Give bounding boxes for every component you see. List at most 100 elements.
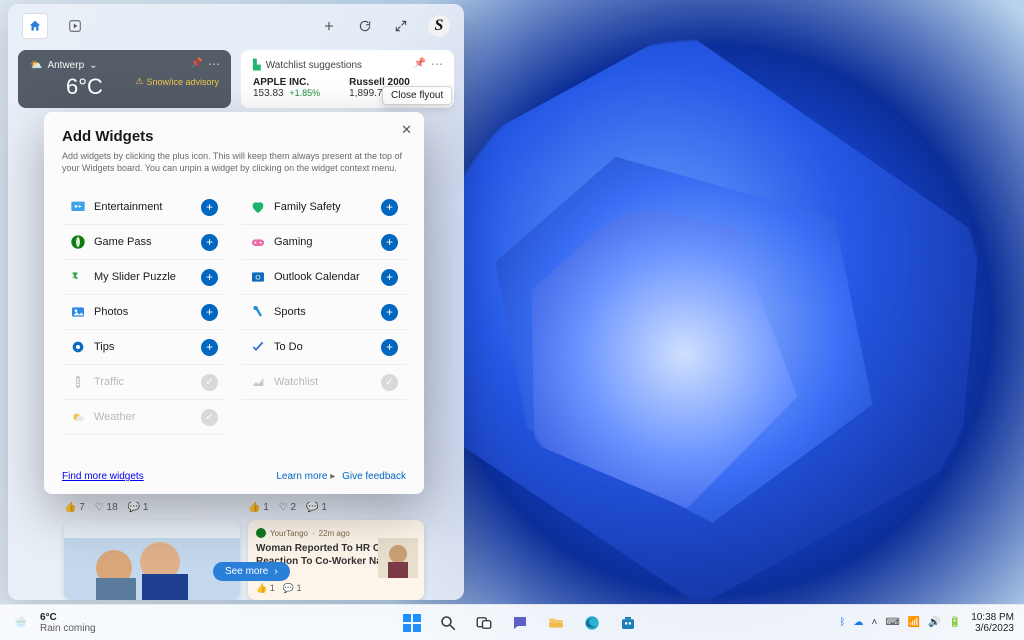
bluetooth-icon[interactable]: ᛒ bbox=[840, 617, 846, 628]
pin-icon[interactable]: 📌 bbox=[191, 58, 203, 69]
learn-more-link[interactable]: Learn more bbox=[276, 471, 327, 482]
widget-option-label: Entertainment bbox=[94, 201, 162, 213]
taskbar-temp: 6°C bbox=[40, 612, 96, 623]
close-button[interactable]: ✕ bbox=[401, 122, 412, 138]
add-widget-button[interactable] bbox=[320, 17, 338, 35]
widget-option-photos[interactable]: Photos + bbox=[62, 295, 226, 330]
cloud-icon: ⛅ bbox=[30, 60, 42, 71]
taskbar: 🌧️ 6°C Rain coming ᛒ ☁ bbox=[0, 604, 1024, 640]
wifi-icon[interactable]: 📶 bbox=[908, 617, 920, 628]
chat-button[interactable] bbox=[505, 608, 535, 638]
start-button[interactable] bbox=[397, 608, 427, 638]
play-icon[interactable] bbox=[66, 17, 84, 35]
volume-icon[interactable]: 🔊 bbox=[928, 617, 940, 628]
widget-option-sports[interactable]: Sports + bbox=[242, 295, 406, 330]
user-avatar[interactable]: S bbox=[428, 15, 450, 37]
dialog-title: Add Widgets bbox=[62, 128, 406, 145]
widget-option-watchlist: Watchlist ✓ bbox=[242, 365, 406, 400]
give-feedback-link[interactable]: Give feedback bbox=[342, 471, 406, 482]
widget-option-todo[interactable]: To Do+ bbox=[242, 330, 406, 365]
widget-option-traffic: Traffic✓ bbox=[62, 365, 226, 400]
weather-widget[interactable]: ⛅ Antwerp ⌄ 📌 ⋯ 6°C ⚠Snow/ice advisory bbox=[18, 50, 231, 108]
widget-option-label: Outlook Calendar bbox=[274, 271, 360, 283]
widget-option-entertainment[interactable]: Entertainment + bbox=[62, 190, 226, 225]
taskbar-weather-text: Rain coming bbox=[40, 623, 96, 634]
taskbar-weather[interactable]: 🌧️ 6°C Rain coming bbox=[0, 612, 200, 634]
add-button[interactable]: + bbox=[201, 304, 218, 321]
outlook-icon: O bbox=[250, 269, 266, 285]
add-button[interactable]: + bbox=[201, 269, 218, 286]
widget-option-label: Game Pass bbox=[94, 236, 151, 248]
dialog-subtitle: Add widgets by clicking the plus icon. T… bbox=[62, 150, 402, 174]
widgets-toolbar: S bbox=[18, 12, 454, 40]
news-source: YourTango · 22m ago bbox=[256, 528, 416, 538]
add-button[interactable]: + bbox=[381, 304, 398, 321]
rain-icon: 🌧️ bbox=[10, 612, 32, 634]
photos-icon bbox=[70, 304, 86, 320]
news-tile[interactable]: YourTango · 22m ago Woman Reported To HR… bbox=[248, 520, 424, 600]
family-icon bbox=[250, 199, 266, 215]
news-thumbnail bbox=[378, 538, 418, 578]
home-button[interactable] bbox=[22, 13, 48, 39]
widget-option-label: Watchlist bbox=[274, 376, 318, 388]
widget-option-family[interactable]: Family Safety+ bbox=[242, 190, 406, 225]
clock[interactable]: 10:38 PM 3/6/2023 bbox=[971, 612, 1014, 634]
edge-button[interactable] bbox=[577, 608, 607, 638]
more-icon[interactable]: ⋯ bbox=[208, 57, 221, 71]
add-button[interactable]: + bbox=[381, 269, 398, 286]
add-button[interactable]: + bbox=[201, 339, 218, 356]
add-button[interactable]: + bbox=[381, 199, 398, 216]
weather-location: Antwerp bbox=[47, 60, 84, 71]
search-button[interactable] bbox=[433, 608, 463, 638]
chevron-up-icon[interactable]: ˄ bbox=[872, 617, 878, 628]
article-stats: 👍 1 💬 1 bbox=[256, 583, 301, 594]
tooltip: Close flyout bbox=[382, 86, 452, 105]
todo-icon bbox=[250, 339, 266, 355]
entertainment-icon bbox=[70, 199, 86, 215]
svg-text:O: O bbox=[255, 275, 260, 282]
watchlist-icon bbox=[250, 374, 266, 390]
stock-price: 153.83 bbox=[253, 88, 284, 99]
store-button[interactable] bbox=[613, 608, 643, 638]
chevron-right-icon: › bbox=[274, 566, 277, 577]
widget-option-gamepass[interactable]: Game Pass + bbox=[62, 225, 226, 260]
added-indicator: ✓ bbox=[201, 409, 218, 426]
gamepass-icon bbox=[70, 234, 86, 250]
clock-time: 10:38 PM bbox=[971, 612, 1014, 623]
pin-icon[interactable]: 📌 bbox=[414, 58, 426, 69]
add-button[interactable]: + bbox=[381, 339, 398, 356]
widget-option-weather: Weather✓ bbox=[62, 400, 226, 435]
more-icon[interactable]: ⋯ bbox=[431, 57, 444, 71]
task-view-button[interactable] bbox=[469, 608, 499, 638]
refresh-button[interactable] bbox=[356, 17, 374, 35]
weather-temp: 6°C bbox=[66, 74, 103, 100]
system-tray: ᛒ ☁ ˄ ⌨ 📶 🔊 🔋 10:38 PM 3/6/2023 bbox=[840, 612, 1024, 634]
expand-button[interactable] bbox=[392, 17, 410, 35]
news-tile[interactable] bbox=[64, 520, 240, 600]
find-more-widgets-link[interactable]: Find more widgets bbox=[62, 471, 144, 482]
language-icon[interactable]: ⌨ bbox=[885, 617, 899, 628]
gaming-icon bbox=[250, 234, 266, 250]
add-button[interactable]: + bbox=[381, 234, 398, 251]
widget-option-tips[interactable]: Tips + bbox=[62, 330, 226, 365]
widget-option-gaming[interactable]: Gaming+ bbox=[242, 225, 406, 260]
added-indicator: ✓ bbox=[381, 374, 398, 391]
widget-option-label: Tips bbox=[94, 341, 114, 353]
widget-option-outlook[interactable]: O Outlook Calendar + bbox=[242, 260, 406, 295]
tips-icon bbox=[70, 339, 86, 355]
add-widgets-dialog: ✕ Add Widgets Add widgets by clicking th… bbox=[44, 112, 424, 494]
battery-icon[interactable]: 🔋 bbox=[949, 617, 961, 628]
weather-advisory: ⚠Snow/ice advisory bbox=[135, 76, 219, 87]
add-button[interactable]: + bbox=[201, 234, 218, 251]
add-button[interactable]: + bbox=[201, 199, 218, 216]
sports-icon bbox=[250, 304, 266, 320]
explorer-button[interactable] bbox=[541, 608, 571, 638]
see-more-button[interactable]: See more› bbox=[213, 562, 290, 581]
chevron-down-icon: ⌄ bbox=[89, 60, 97, 71]
widget-option-puzzle[interactable]: My Slider Puzzle+ bbox=[62, 260, 226, 295]
widget-option-label: Photos bbox=[94, 306, 128, 318]
cloud-icon[interactable]: ☁ bbox=[854, 617, 864, 628]
widget-option-label: Sports bbox=[274, 306, 306, 318]
stock-change: +1.85% bbox=[286, 87, 323, 99]
sparkline-icon: ▙ bbox=[253, 60, 261, 71]
